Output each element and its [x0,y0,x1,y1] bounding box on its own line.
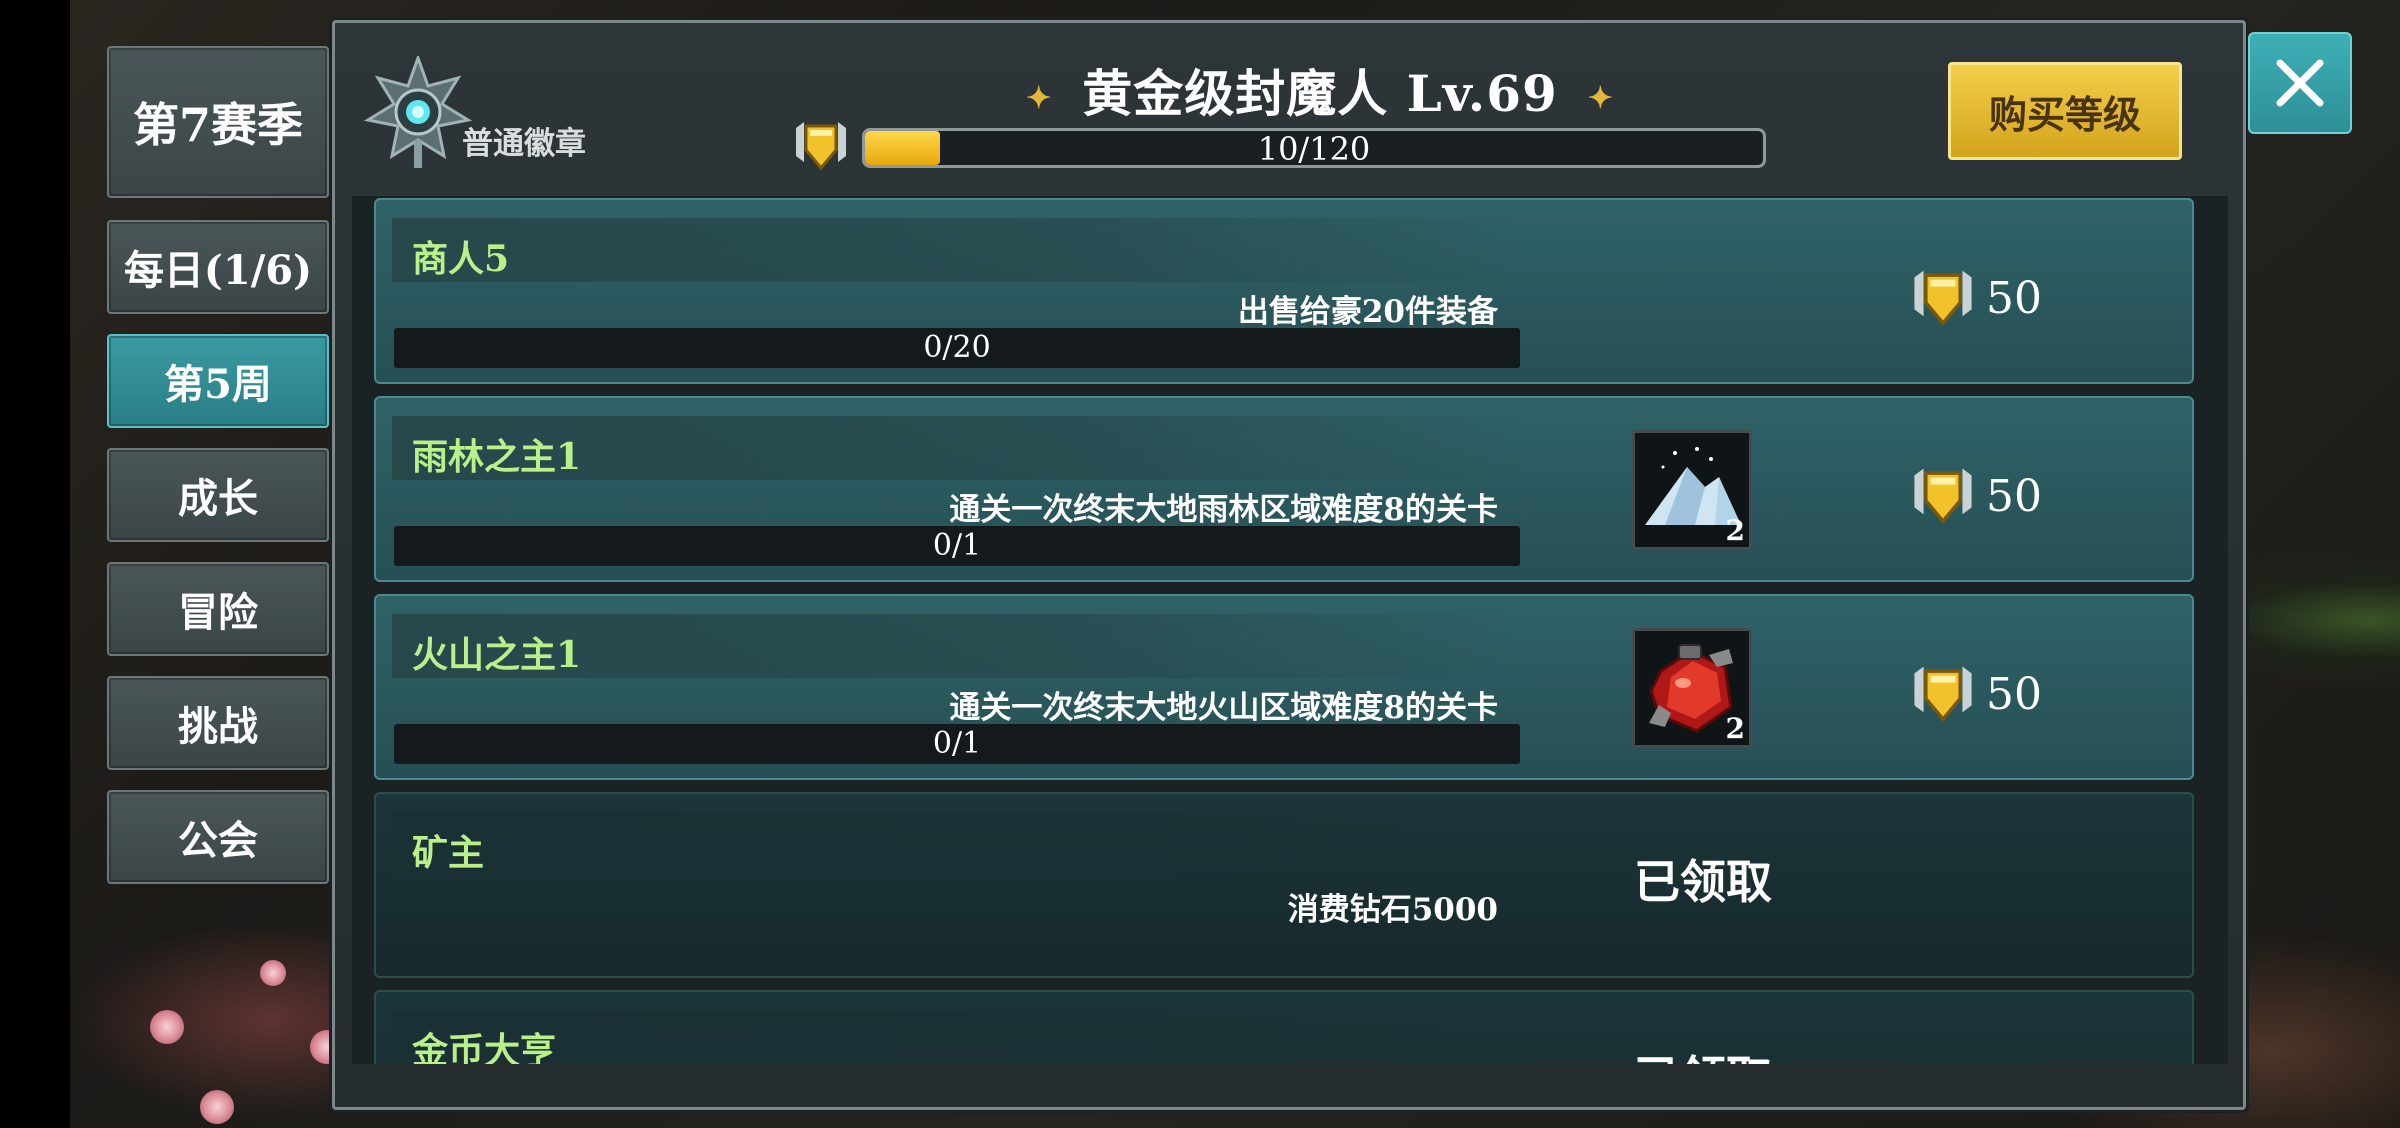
task-name: 火山之主1 [412,634,582,676]
shield-points-icon [1914,666,1972,722]
task-name-bar [392,1010,1522,1064]
reward-value: 50 [1986,668,2042,720]
task-card-claimed: 金币大亨 已领取 [374,990,2194,1064]
tab-growth[interactable]: 成长 [107,448,329,542]
task-name-bar [392,218,1522,282]
task-progress-bar: 0/1 [394,526,1520,566]
reward-value: 50 [1986,470,2042,522]
claimed-status: 已领取 [1634,855,1772,909]
tab-challenge[interactable]: 挑战 [107,676,329,770]
reward-points: 50 [1906,266,2042,330]
task-list[interactable]: 商人5 出售给豪20件装备 0/20 50 雨林之主1 通关一次终末大地雨林区域… [352,196,2228,1064]
level-title: ✦ 黄金级封魔人 Lv.69 ✦ [960,54,1680,126]
shield-points-icon [796,122,846,171]
task-card: 火山之主1 通关一次终末大地火山区域难度8的关卡 0/1 2 50 [374,594,2194,780]
task-progress-bar: 0/1 [394,724,1520,764]
reward-points: 50 [1906,464,2042,528]
level-progress-bar: 10/120 [862,128,1766,168]
task-name: 矿主 [412,832,485,874]
shield-points-icon [1914,468,1972,524]
task-progress-text: 0/20 [923,330,991,365]
task-description: 通关一次终末大地雨林区域难度8的关卡 [949,492,1498,528]
buy-level-button[interactable]: 购买等级 [1948,62,2182,160]
sparkle-icon: ✦ [1026,80,1053,116]
item-count: 2 [1725,514,1745,547]
badge-label: 普通徽章 [462,126,586,162]
tab-season[interactable]: 第7赛季 [107,46,329,198]
task-name: 金币大亨 [412,1030,557,1064]
task-name-bar [392,812,1522,876]
reward-item-slot[interactable]: 2 [1632,430,1752,550]
screen-edge [0,0,72,1128]
sparkle-icon: ✦ [1587,80,1614,116]
task-progress-bar: 0/20 [394,328,1520,368]
task-card: 商人5 出售给豪20件装备 0/20 50 [374,198,2194,384]
task-card-claimed: 矿主 消费钻石5000 已领取 [374,792,2194,978]
task-description: 出售给豪20件装备 [1237,294,1498,330]
reward-item-slot[interactable]: 2 [1632,628,1752,748]
close-icon [2276,59,2324,107]
task-card: 雨林之主1 通关一次终末大地雨林区域难度8的关卡 0/1 2 50 [374,396,2194,582]
task-progress-text: 0/1 [932,528,982,563]
item-count: 2 [1725,712,1745,745]
task-name: 商人5 [412,238,510,280]
reward-value: 50 [1986,272,2042,324]
tab-week-5[interactable]: 第5周 [107,334,329,428]
tab-adventure[interactable]: 冒险 [107,562,329,656]
task-description: 消费钻石5000 [1287,892,1498,928]
level-title-text: 黄金级封魔人 Lv.69 [1082,64,1558,123]
task-name: 雨林之主1 [412,436,582,478]
badge-emblem-icon [363,56,473,168]
reward-points: 50 [1906,662,2042,726]
shield-points-icon [1914,270,1972,326]
tab-daily[interactable]: 每日(1/6) [107,220,329,314]
task-progress-text: 0/1 [932,726,982,761]
tab-guild[interactable]: 公会 [107,790,329,884]
level-progress-text: 10/120 [1257,130,1371,168]
claimed-status: 已领取 [1634,1042,1772,1064]
close-button[interactable] [2248,32,2352,134]
task-description: 通关一次终末大地火山区域难度8的关卡 [949,690,1498,726]
